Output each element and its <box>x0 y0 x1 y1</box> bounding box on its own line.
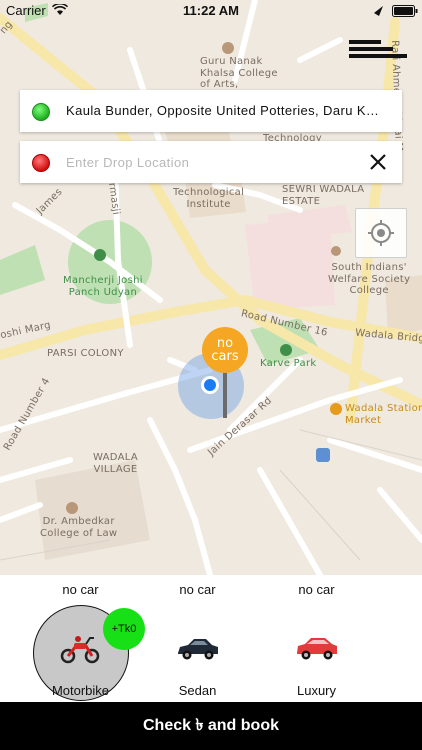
battery-icon <box>392 5 418 17</box>
map-label-mancherji: Mancherji Joshi Panch Udyan <box>63 275 143 298</box>
menu-bar-icon <box>349 54 407 58</box>
motorbike-icon <box>60 636 99 664</box>
luxury-car-icon <box>296 638 337 660</box>
map-label-tech-institute: Technological Institute <box>173 187 245 210</box>
no-cars-marker[interactable]: no cars <box>202 327 248 373</box>
check-and-book-button[interactable]: Check ৳ and book <box>0 702 422 750</box>
drop-location-input[interactable] <box>66 152 346 172</box>
map-label-wadala-village: WADALA VILLAGE <box>93 452 138 475</box>
menu-bar-icon <box>349 40 381 44</box>
current-location-dot <box>201 376 219 394</box>
drop-location-card <box>20 141 402 183</box>
pickup-location-card[interactable]: Kaula Bunder, Opposite United Potteries,… <box>20 90 402 132</box>
close-icon[interactable] <box>368 152 388 172</box>
map-label-karve-park: Karve Park <box>260 358 317 369</box>
marker-pin-stick <box>223 372 227 418</box>
pickup-dot-icon <box>32 103 50 121</box>
vehicle-availability: no car <box>298 582 335 597</box>
drop-dot-icon <box>32 154 50 172</box>
map-label-ambedkar: Dr. Ambedkar College of Law <box>40 516 118 539</box>
vehicle-option-luxury[interactable]: no car Luxury <box>246 575 387 702</box>
sedan-car-icon <box>177 639 218 660</box>
map-label-wadala-station: Wadala Station Market <box>345 403 422 426</box>
map-label-guru-nanak: Guru Nanak Khalsa College of Arts, <box>200 56 278 90</box>
map-view[interactable]: Guru Nanak Khalsa College of Arts, Techn… <box>0 0 422 575</box>
vehicle-selector: no car +Tk0 Motorbike no car Sedan no ca… <box>0 575 422 702</box>
my-location-button[interactable] <box>355 208 407 258</box>
menu-button[interactable] <box>349 40 407 64</box>
map-label-sewri-wadala: SEWRI WADALA ESTATE <box>282 184 365 207</box>
map-label-parsi-colony: PARSI COLONY <box>47 348 124 359</box>
crosshair-icon <box>368 220 394 246</box>
vehicle-name: Luxury <box>296 683 337 698</box>
menu-bar-icon <box>349 47 393 51</box>
status-time: 11:22 AM <box>183 3 239 18</box>
vehicle-icon-circle <box>158 608 238 688</box>
map-label-south-indians: South Indians' Welfare Society College <box>328 262 411 296</box>
vehicle-icon-circle <box>277 608 357 688</box>
status-bar: Carrier 11:22 AM <box>0 0 422 22</box>
pickup-address: Kaula Bunder, Opposite United Potteries,… <box>66 103 386 118</box>
